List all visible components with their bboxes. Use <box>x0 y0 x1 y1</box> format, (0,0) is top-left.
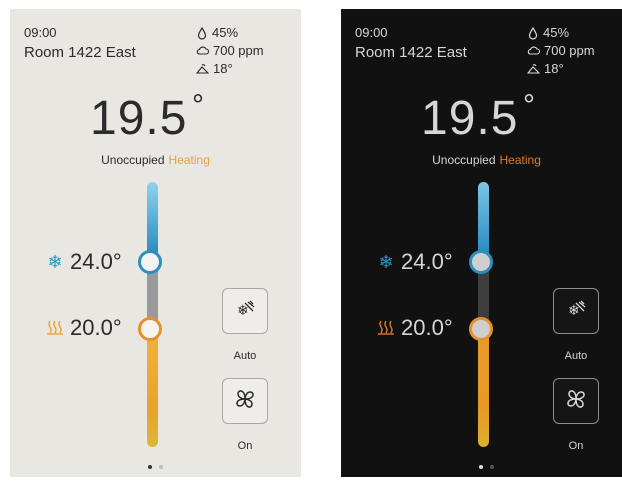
heat-setpoint-handle[interactable] <box>138 317 162 341</box>
outdoor-temperature-value: 18° <box>544 61 564 76</box>
auto-mode-icon: ❄ <box>564 297 588 326</box>
degree-symbol: ° <box>192 89 204 122</box>
fan-icon <box>232 386 258 417</box>
cloud-icon <box>527 45 540 57</box>
page-indicator <box>341 465 622 469</box>
droplet-icon <box>196 26 208 40</box>
fan-label: On <box>237 440 253 452</box>
heat-setpoint-value: 20.0° <box>401 315 453 340</box>
status-line: Unoccupied Heating <box>341 153 622 167</box>
page-indicator <box>10 465 301 469</box>
current-temperature: 19.5 <box>421 92 519 145</box>
fan-button[interactable] <box>222 378 268 424</box>
heat-waves-icon <box>377 319 395 338</box>
clock-time: 09:00 <box>24 25 57 40</box>
fan-label: On <box>568 440 584 452</box>
mode-label: Auto <box>233 350 257 362</box>
occupancy-status: Unoccupied <box>101 153 165 167</box>
mode-button[interactable]: ❄ <box>222 288 268 334</box>
heat-waves-icon <box>46 319 64 338</box>
outdoor-temperature-icon <box>527 63 540 75</box>
page-dot[interactable] <box>490 465 494 469</box>
page-dot-active[interactable] <box>479 465 483 469</box>
degree-symbol: ° <box>523 89 535 122</box>
snowflake-icon: ❄ <box>378 251 394 272</box>
cool-setpoint-handle[interactable] <box>138 250 162 274</box>
outdoor-temperature-value: 18° <box>213 61 233 76</box>
fan-button[interactable] <box>553 378 599 424</box>
co2-value: 700 ppm <box>544 43 595 58</box>
snowflake-icon: ❄ <box>47 251 63 272</box>
mode-button[interactable]: ❄ <box>553 288 599 334</box>
co2-value: 700 ppm <box>213 43 264 58</box>
heat-setpoint: 20.0° <box>377 315 453 341</box>
heat-setpoint-handle[interactable] <box>469 317 493 341</box>
occupancy-status: Unoccupied <box>432 153 496 167</box>
page-dot[interactable] <box>159 465 163 469</box>
cloud-icon <box>196 45 209 57</box>
humidity-value: 45% <box>212 25 239 40</box>
environment-readouts: 45% 700 ppm 18° <box>527 24 595 78</box>
thermostat-panel-light: 09:00 Room 1422 East 45% 700 ppm 18° 19.… <box>10 9 301 477</box>
room-name: Room 1422 East <box>355 44 467 61</box>
heat-setpoint: 20.0° <box>46 315 122 341</box>
cool-setpoint: ❄ 24.0° <box>377 249 453 275</box>
heat-setpoint-value: 20.0° <box>70 315 122 340</box>
auto-mode-icon: ❄ <box>233 297 257 326</box>
setpoint-slider-track[interactable] <box>147 182 158 447</box>
current-temperature: 19.5 <box>90 92 188 145</box>
cool-setpoint: ❄ 24.0° <box>46 249 122 275</box>
humidity-value: 45% <box>543 25 570 40</box>
cool-setpoint-value: 24.0° <box>401 249 453 274</box>
cool-setpoint-handle[interactable] <box>469 250 493 274</box>
environment-readouts: 45% 700 ppm 18° <box>196 24 264 78</box>
outdoor-temperature-icon <box>196 63 209 75</box>
setpoint-slider-track[interactable] <box>478 182 489 447</box>
hvac-state: Heating <box>499 153 541 167</box>
droplet-icon <box>527 26 539 40</box>
hvac-state: Heating <box>168 153 210 167</box>
cool-setpoint-value: 24.0° <box>70 249 122 274</box>
mode-label: Auto <box>564 350 588 362</box>
room-name: Room 1422 East <box>24 44 136 61</box>
status-line: Unoccupied Heating <box>10 153 301 167</box>
page-dot-active[interactable] <box>148 465 152 469</box>
fan-icon <box>563 386 589 417</box>
clock-time: 09:00 <box>355 25 388 40</box>
thermostat-panel-dark: 09:00 Room 1422 East 45% 700 ppm 18° 19.… <box>341 9 622 477</box>
